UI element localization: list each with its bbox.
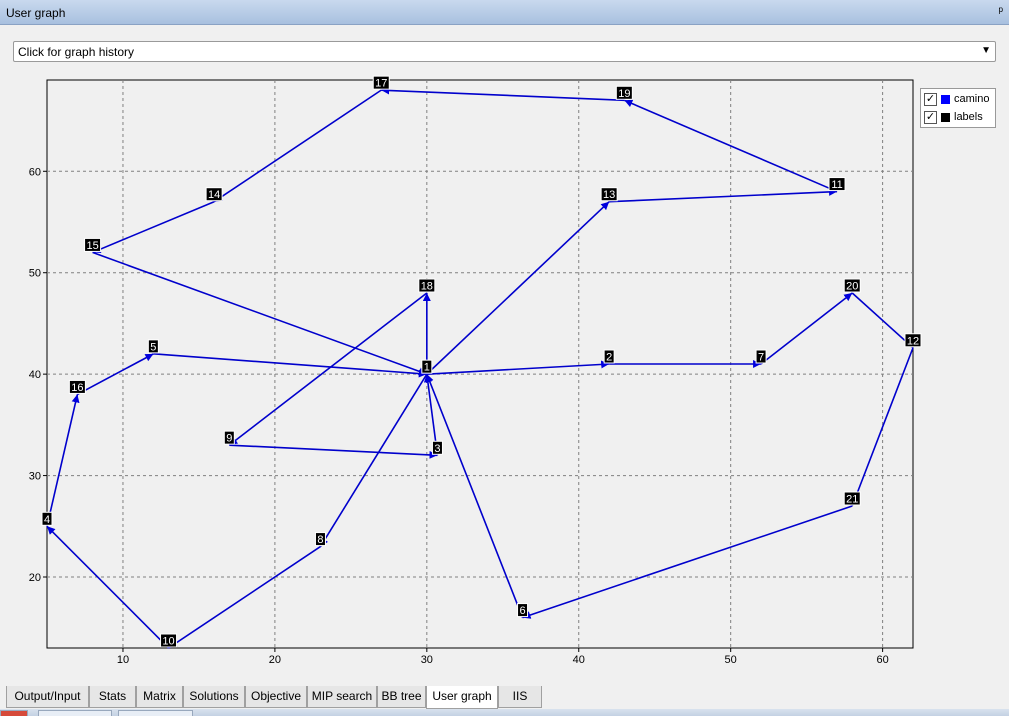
x-tick-label: 60: [876, 654, 888, 666]
window-titlebar[interactable]: User graph ᵖ: [0, 0, 1009, 25]
taskbar-item[interactable]: [38, 710, 112, 716]
node-label: 15: [86, 240, 98, 252]
plot-area[interactable]: [46, 79, 914, 649]
legend-swatch-camino: [941, 95, 950, 104]
taskbar-item[interactable]: [0, 710, 28, 716]
graph-node[interactable]: 13: [600, 187, 618, 202]
legend-item-camino[interactable]: ✓ camino: [924, 92, 996, 108]
tab-mip-search[interactable]: MIP search: [307, 686, 377, 708]
graph-history-label: Click for graph history: [18, 45, 135, 59]
node-label: 6: [519, 605, 525, 617]
graph-history-dropdown[interactable]: Click for graph history ▼: [13, 41, 996, 62]
graph-chart[interactable]: 10 20 30 40 50 602030405060 12345678910111213…: [0, 64, 1009, 686]
graph-node[interactable]: 14: [205, 187, 223, 202]
checkbox-labels[interactable]: ✓: [924, 111, 937, 124]
node-label: 9: [226, 433, 232, 445]
node-label: 20: [846, 281, 858, 293]
taskbar-item[interactable]: [118, 710, 193, 716]
y-tick-label: 50: [29, 268, 41, 280]
graph-node[interactable]: 7: [755, 349, 767, 364]
node-label: 14: [208, 189, 220, 201]
graph-node[interactable]: 16: [68, 379, 86, 394]
tab-iis[interactable]: IIS: [498, 686, 542, 708]
tab-user-graph[interactable]: User graph: [426, 686, 498, 709]
graph-node[interactable]: 17: [372, 75, 390, 90]
tab-output-input[interactable]: Output/Input: [6, 686, 89, 708]
node-label: 12: [907, 335, 919, 347]
x-tick-label: 20: [269, 654, 281, 666]
graph-node[interactable]: 9: [223, 430, 235, 445]
node-label: 21: [846, 494, 858, 506]
x-tick-label: 30: [421, 654, 433, 666]
x-tick-label: 40: [573, 654, 585, 666]
node-label: 19: [618, 88, 630, 100]
taskbar-strip: [0, 709, 1009, 716]
graph-node[interactable]: 15: [84, 237, 102, 252]
graph-node[interactable]: 1: [421, 359, 433, 374]
node-label: 8: [317, 534, 323, 546]
node-label: 1: [424, 362, 430, 374]
chevron-down-icon[interactable]: ▼: [981, 45, 991, 56]
graph-node[interactable]: 21: [843, 491, 861, 506]
tab-stats[interactable]: Stats: [89, 686, 136, 708]
legend-label-camino: camino: [954, 93, 990, 105]
graph-node[interactable]: 4: [41, 511, 53, 526]
graph-node[interactable]: 11: [828, 177, 846, 192]
y-tick-label: 30: [29, 471, 41, 483]
user-graph-window: User graph ᵖ Click for graph history ▼ 1…: [0, 0, 1009, 716]
y-tick-label: 60: [29, 166, 41, 178]
tab-matrix[interactable]: Matrix: [136, 686, 183, 708]
x-tick-label: 10: [117, 654, 129, 666]
x-tick-label: 50: [725, 654, 737, 666]
legend-label-labels: labels: [954, 111, 983, 123]
tab-objective[interactable]: Objective: [245, 686, 307, 708]
pin-icon[interactable]: ᵖ: [998, 4, 1003, 18]
legend-swatch-labels: [941, 113, 950, 122]
graph-node[interactable]: 2: [603, 349, 615, 364]
graph-node[interactable]: 18: [418, 278, 436, 293]
node-label: 16: [71, 382, 83, 394]
node-label: 18: [421, 281, 433, 293]
y-tick-label: 40: [29, 369, 41, 381]
graph-node[interactable]: 20: [843, 278, 861, 293]
checkbox-camino[interactable]: ✓: [924, 93, 937, 106]
y-tick-label: 20: [29, 572, 41, 584]
legend: ✓ camino ✓ labels: [920, 88, 996, 128]
graph-node[interactable]: 8: [314, 532, 326, 547]
graph-node[interactable]: 6: [517, 603, 529, 618]
node-label: 3: [434, 443, 440, 455]
node-label: 7: [758, 352, 764, 364]
tab-solutions[interactable]: Solutions: [183, 686, 245, 708]
graph-node[interactable]: 5: [147, 339, 159, 354]
node-label: 11: [831, 179, 842, 191]
window-title: User graph: [6, 6, 66, 20]
graph-node[interactable]: 3: [431, 440, 443, 455]
graph-node[interactable]: 12: [904, 333, 922, 348]
node-label: 4: [44, 514, 50, 526]
bottom-tab-bar: Output/Input Stats Matrix Solutions Obje…: [6, 686, 1006, 709]
node-label: 17: [375, 78, 387, 90]
node-label: 10: [162, 636, 174, 648]
node-label: 5: [150, 341, 156, 353]
node-label: 13: [603, 189, 615, 201]
tab-bb-tree[interactable]: BB tree: [377, 686, 426, 708]
graph-node[interactable]: 10: [160, 633, 178, 648]
node-label: 2: [606, 352, 612, 364]
graph-node[interactable]: 19: [615, 85, 633, 100]
legend-item-labels[interactable]: ✓ labels: [924, 110, 996, 126]
